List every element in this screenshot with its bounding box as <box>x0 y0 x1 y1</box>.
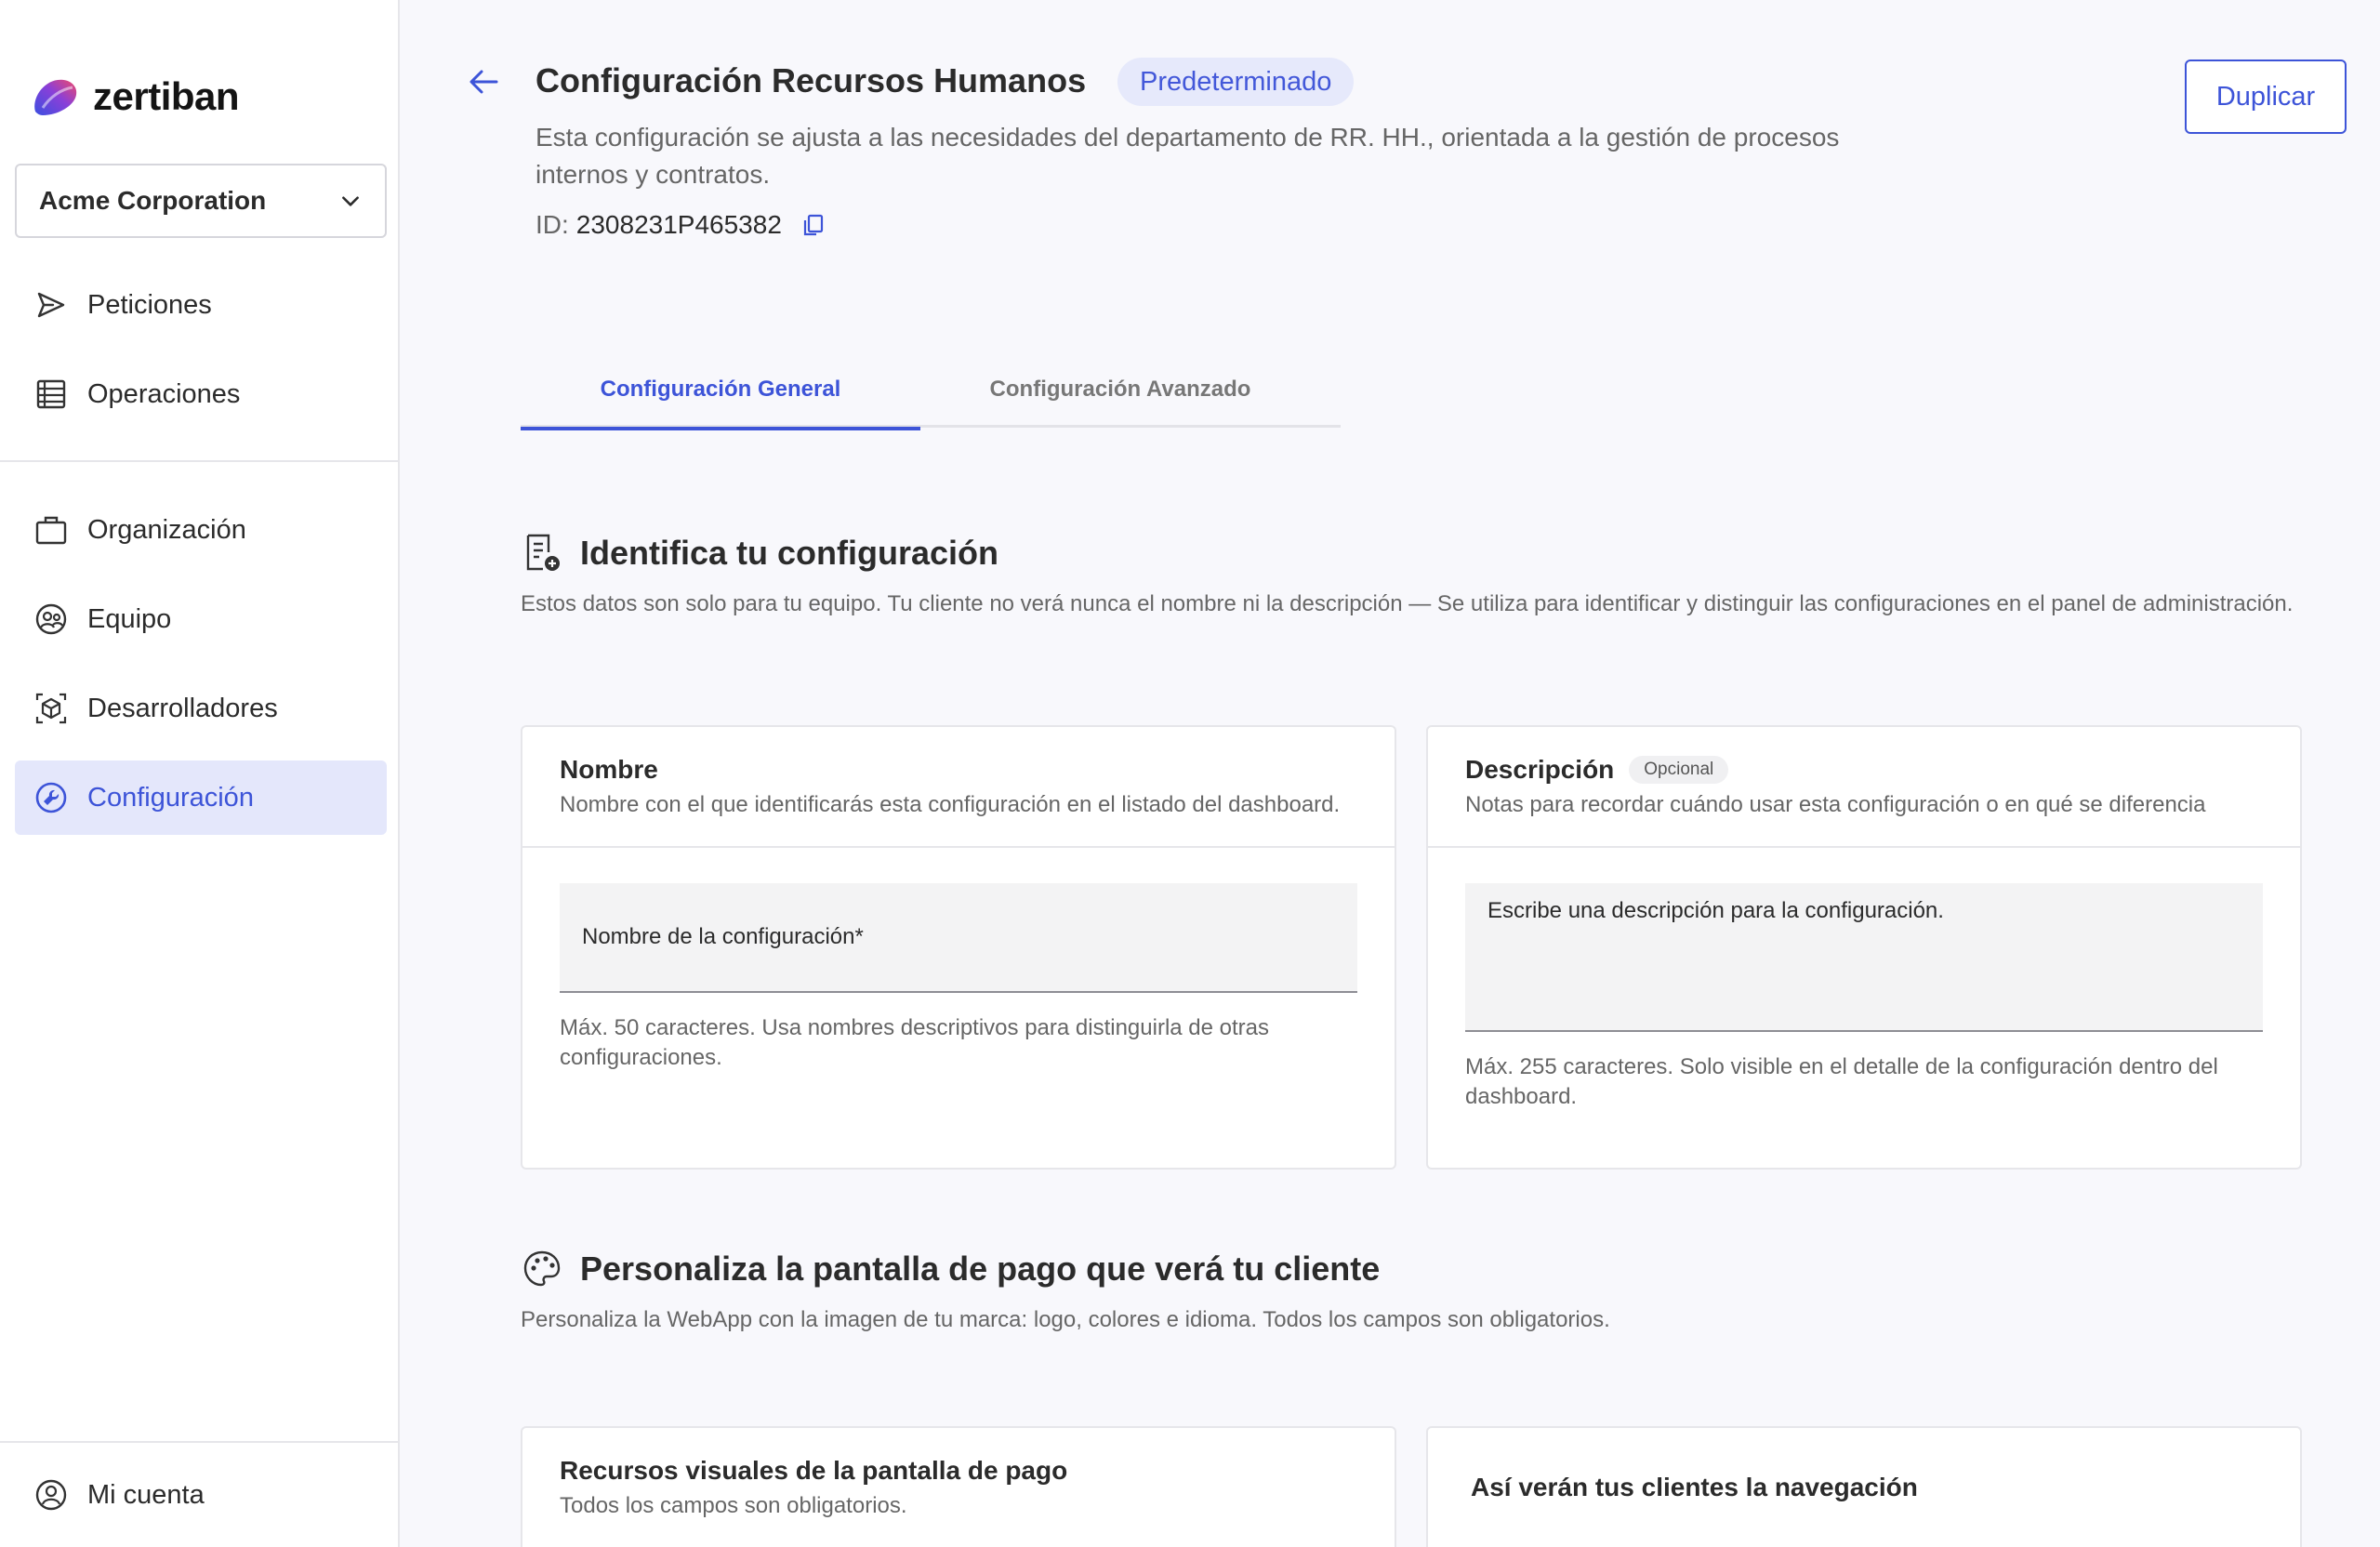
customize-section-title: Personaliza la pantalla de pago que verá… <box>580 1250 1381 1288</box>
config-name-input[interactable]: Nombre de la configuración* <box>560 883 1357 993</box>
navigation-preview-card-title: Así verán tus clientes la navegación <box>1471 1473 1918 1501</box>
tab-configuracion-general[interactable]: Configuración General <box>521 351 920 430</box>
wrench-icon <box>33 780 69 815</box>
brand-name: zertiban <box>93 74 240 118</box>
customize-section-header: Personaliza la pantalla de pago que verá… <box>521 1248 1380 1290</box>
navigation-preview-card: Así verán tus clientes la navegación <box>1426 1426 2302 1547</box>
sidebar: zertiban Acme Corporation Peticiones Ope… <box>0 0 400 1547</box>
organization-select[interactable]: Acme Corporation <box>15 164 387 238</box>
identify-section-header: Identifica tu configuración <box>521 532 998 575</box>
tab-configuracion-avanzado[interactable]: Configuración Avanzado <box>920 351 1320 428</box>
send-icon <box>33 287 69 323</box>
config-description-help: Máx. 255 caracteres. Solo visible en el … <box>1465 1054 2218 1109</box>
sidebar-item-label: Configuración <box>87 782 254 813</box>
list-icon <box>33 377 69 412</box>
sidebar-divider <box>0 460 400 462</box>
sidebar-item-organizacion[interactable]: Organización <box>15 493 387 567</box>
visual-resources-card: Recursos visuales de la pantalla de pago… <box>521 1426 1396 1547</box>
optional-badge: Opcional <box>1629 756 1729 784</box>
description-card-title: Descripción <box>1465 755 1615 784</box>
sidebar-divider <box>0 1441 400 1443</box>
team-icon <box>33 602 69 637</box>
config-description-textarea[interactable]: Escribe una descripción para la configur… <box>1465 883 2263 1032</box>
description-card-body: Escribe una descripción para la configur… <box>1428 848 2300 1147</box>
page-title: Configuración Recursos Humanos <box>536 61 1087 99</box>
duplicate-button[interactable]: Duplicar <box>2185 60 2347 134</box>
visual-resources-card-description: Todos los campos son obligatorios. <box>560 1493 907 1518</box>
name-card-title: Nombre <box>560 755 658 784</box>
organization-select-value: Acme Corporation <box>39 186 267 215</box>
visual-resources-card-title: Recursos visuales de la pantalla de pago <box>560 1456 1068 1485</box>
name-card: Nombre Nombre con el que identificarás e… <box>521 725 1396 1170</box>
description-card-description: Notas para recordar cuándo usar esta con… <box>1465 792 2206 817</box>
chevron-down-icon <box>338 189 363 213</box>
config-name-placeholder: Nombre de la configuración* <box>582 924 864 949</box>
zertiban-logo-icon <box>34 79 77 115</box>
palette-icon <box>521 1248 563 1290</box>
sidebar-item-peticiones[interactable]: Peticiones <box>15 268 387 342</box>
cube-icon <box>33 691 69 726</box>
copy-icon[interactable] <box>800 212 826 238</box>
brand-logo[interactable]: zertiban <box>30 73 240 121</box>
navigation-preview-card-header: Así verán tus clientes la navegación <box>1428 1428 2300 1547</box>
config-id-label: ID: <box>536 210 569 239</box>
sidebar-item-label: Organización <box>87 514 246 545</box>
name-card-header: Nombre Nombre con el que identificarás e… <box>522 727 1395 848</box>
sidebar-item-mi-cuenta[interactable]: Mi cuenta <box>15 1458 387 1532</box>
sidebar-item-configuracion[interactable]: Configuración <box>15 760 387 835</box>
default-badge: Predeterminado <box>1117 58 1355 106</box>
sidebar-item-label: Mi cuenta <box>87 1479 205 1510</box>
customize-section-subtitle: Personaliza la WebApp con la imagen de t… <box>521 1307 1610 1332</box>
back-arrow-icon[interactable] <box>465 63 502 100</box>
document-add-icon <box>521 532 563 575</box>
name-card-body: Nombre de la configuración* Máx. 50 cara… <box>522 848 1395 1108</box>
sidebar-item-operaciones[interactable]: Operaciones <box>15 357 387 431</box>
user-circle-icon <box>33 1477 69 1513</box>
description-card-title-row: Descripción Opcional <box>1465 755 2263 785</box>
identify-section-title: Identifica tu configuración <box>580 534 999 572</box>
identify-section-subtitle: Estos datos son solo para tu equipo. Tu … <box>521 591 2294 616</box>
config-description-placeholder: Escribe una descripción para la configur… <box>1488 898 1944 923</box>
briefcase-icon <box>33 512 69 548</box>
sidebar-item-label: Equipo <box>87 603 172 634</box>
page-description: Esta configuración se ajusta a las neces… <box>536 123 1840 189</box>
config-name-help: Máx. 50 caracteres. Usa nombres descript… <box>560 1015 1270 1070</box>
name-card-description: Nombre con el que identificarás esta con… <box>560 792 1341 817</box>
sidebar-item-label: Operaciones <box>87 378 241 409</box>
sidebar-item-equipo[interactable]: Equipo <box>15 582 387 656</box>
config-id-row: ID: 2308231P465382 <box>536 210 826 240</box>
sidebar-item-label: Desarrolladores <box>87 693 278 723</box>
description-card: Descripción Opcional Notas para recordar… <box>1426 725 2302 1170</box>
sidebar-item-label: Peticiones <box>87 289 212 320</box>
description-card-header: Descripción Opcional Notas para recordar… <box>1428 727 2300 848</box>
config-id-value: 2308231P465382 <box>575 210 782 239</box>
visual-resources-card-header: Recursos visuales de la pantalla de pago… <box>522 1428 1395 1547</box>
tab-bar: Configuración General Configuración Avan… <box>521 351 1341 430</box>
sidebar-item-desarrolladores[interactable]: Desarrolladores <box>15 671 387 746</box>
